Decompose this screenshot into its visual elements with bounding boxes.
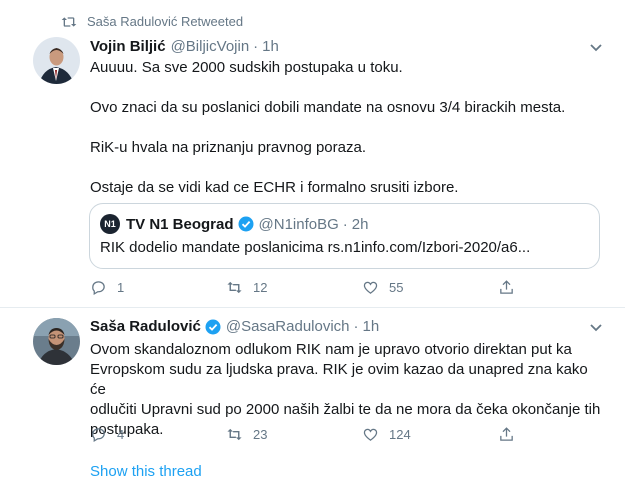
quoted-tweet-text: RIK dodelio mandate poslanicima rs.n1inf… — [100, 239, 531, 256]
retweet-count: 12 — [253, 280, 268, 295]
tweet-actions: 4 23 124 — [90, 426, 515, 443]
verified-badge-icon — [238, 216, 254, 232]
tweet-line: odlučiti Upravni sud po 2000 naših žalbi… — [90, 401, 601, 418]
tweet-header: Vojin Biljić @BiljicVojin · 1h — [90, 38, 279, 55]
handle[interactable]: @BiljicVojin — [171, 38, 250, 55]
tweet-text: Auuuu. Sa sve 2000 sudskih postupaka u t… — [90, 58, 605, 198]
heart-icon — [363, 281, 378, 294]
share-icon — [500, 427, 513, 441]
quoted-tweet-header: N1 TV N1 Beograd @N1infoBG · 2h — [100, 214, 368, 234]
display-name[interactable]: Saša Radulović — [90, 318, 201, 335]
share-button[interactable] — [498, 279, 515, 296]
retweet-icon — [61, 16, 77, 27]
n1-logo: N1 — [100, 214, 120, 234]
tweet-paragraph: Ovo znaci da su poslanici dobili mandate… — [90, 99, 566, 116]
reply-count: 1 — [117, 280, 125, 295]
quoted-display-name: TV N1 Beograd — [126, 215, 234, 233]
like-button[interactable]: 124 — [362, 426, 498, 443]
timestamp[interactable]: 1h — [262, 38, 279, 55]
verified-badge-icon — [205, 319, 221, 334]
quoted-handle: @N1infoBG — [258, 215, 339, 233]
quoted-tweet[interactable]: N1 TV N1 Beograd @N1infoBG · 2h RIK dode… — [89, 203, 600, 269]
quoted-timestamp: 2h — [351, 215, 369, 233]
display-name[interactable]: Vojin Biljić — [90, 38, 166, 55]
retweet-context-text: Saša Radulović Retweeted — [87, 14, 244, 29]
tweet-text: Ovom skandaloznom odlukom RIK nam je upr… — [90, 340, 605, 440]
reply-icon — [92, 428, 105, 443]
retweet-icon — [227, 281, 242, 294]
tweet-divider — [0, 307, 625, 308]
show-thread-link[interactable]: Show this thread — [90, 463, 202, 480]
tweet-actions: 1 12 55 — [90, 279, 515, 296]
avatar[interactable] — [33, 318, 80, 365]
chevron-down-icon[interactable] — [589, 323, 603, 333]
avatar[interactable] — [33, 37, 80, 84]
reply-icon — [92, 281, 105, 296]
retweet-count: 23 — [253, 427, 268, 442]
like-count: 55 — [389, 280, 404, 295]
reply-button[interactable]: 1 — [90, 279, 226, 296]
tweet-paragraph: Ostaje da se vidi kad ce ECHR i formalno… — [90, 179, 459, 196]
timestamp[interactable]: 1h — [363, 318, 380, 335]
share-icon — [500, 280, 513, 294]
separator: · — [342, 215, 348, 233]
separator: · — [353, 318, 359, 335]
separator: · — [253, 38, 259, 55]
retweet-button[interactable]: 23 — [226, 426, 362, 443]
share-button[interactable] — [498, 426, 515, 443]
retweet-context[interactable]: Saša Radulović Retweeted — [61, 14, 243, 29]
chevron-down-icon[interactable] — [589, 43, 603, 53]
tweet-paragraph: RiK-u hvala na priznanju pravnog poraza. — [90, 139, 366, 156]
tweet-line: Ovom skandaloznom odlukom RIK nam je upr… — [90, 341, 572, 358]
like-count: 124 — [389, 427, 411, 442]
tweet-line: Evropskom sudu za ljudska prava. RIK je … — [90, 361, 588, 398]
tweet-paragraph: Auuuu. Sa sve 2000 sudskih postupaka u t… — [90, 59, 403, 76]
reply-button[interactable]: 4 — [90, 426, 226, 443]
tweet-header: Saša Radulović @SasaRadulovich · 1h — [90, 318, 379, 335]
retweet-button[interactable]: 12 — [226, 279, 362, 296]
heart-icon — [363, 428, 378, 441]
like-button[interactable]: 55 — [362, 279, 498, 296]
handle[interactable]: @SasaRadulovich — [226, 318, 350, 335]
reply-count: 4 — [117, 427, 125, 442]
retweet-icon — [227, 428, 242, 441]
